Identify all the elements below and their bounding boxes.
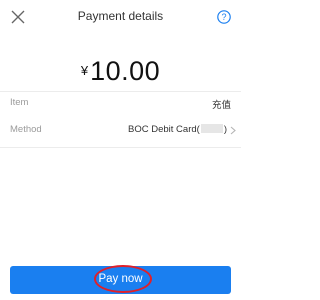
method-name: BOC Debit Card( [128,124,200,135]
page-title: Payment details [77,9,164,23]
item-row: Item 充值 [0,91,241,115]
svg-text:?: ? [221,12,226,22]
amount-display: ¥10.00 [0,56,241,87]
divider [0,147,241,148]
help-icon[interactable]: ? [217,10,231,24]
pay-now-label: Pay now [98,273,143,285]
method-label: Method [10,124,42,135]
chevron-right-icon [230,126,236,135]
method-row[interactable]: Method BOC Debit Card() [0,118,241,142]
method-value: BOC Debit Card() [128,124,227,135]
currency-symbol: ¥ [80,63,89,78]
item-value: 充值 [211,100,231,111]
masked-card-number [200,124,223,133]
pay-now-button[interactable]: Pay now [10,266,231,294]
header: Payment details ? [0,0,241,34]
method-suffix: ) [223,124,227,135]
payment-details-screen: Payment details ? ¥10.00 Item 充值 Method … [0,0,241,300]
amount-value: 10.00 [90,56,161,86]
item-label: Item [10,97,29,108]
